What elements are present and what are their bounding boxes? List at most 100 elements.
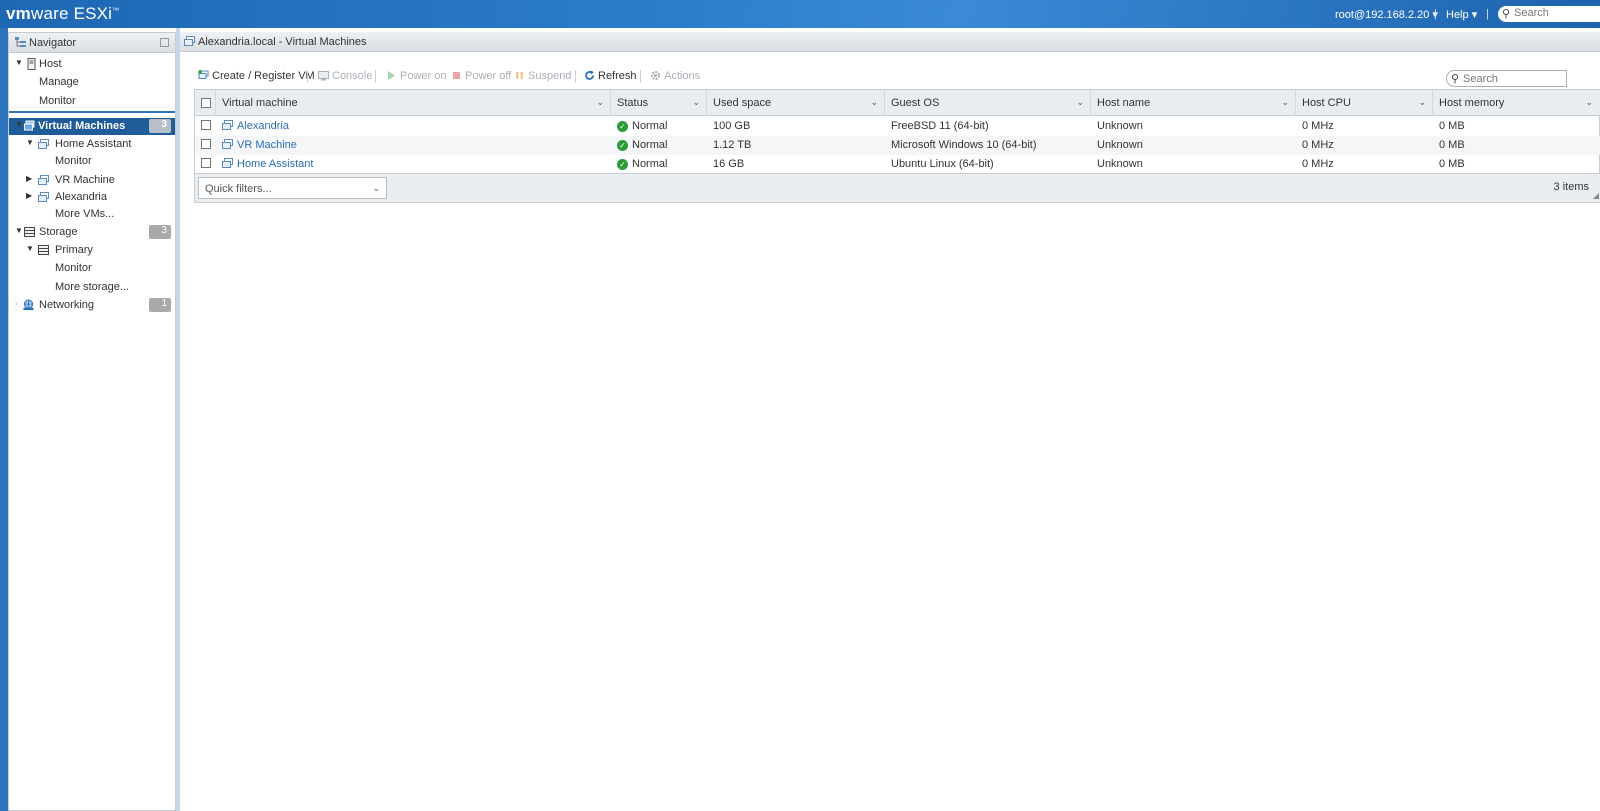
create-register-vm-button[interactable]: Create / Register VM <box>198 70 315 82</box>
gear-icon <box>651 71 660 80</box>
vm-host-memory: 0 MB <box>1439 120 1465 132</box>
vm-name-link[interactable]: Home Assistant <box>237 158 313 170</box>
toolbar-divider <box>307 70 308 83</box>
expanded-triangle-icon[interactable]: ▼ <box>15 58 23 67</box>
select-all-checkbox[interactable] <box>201 98 211 108</box>
nav-item-more-vms[interactable]: More VMs... <box>9 206 175 223</box>
column-header-used-space[interactable]: Used space ⌄ <box>707 90 885 116</box>
actions-button[interactable]: Actions <box>650 70 700 82</box>
table-row[interactable]: VR Machine ✓ Normal 1.12 TB Microsoft Wi… <box>195 136 1600 155</box>
main-panel: Alexandria.local - Virtual Machines Crea… <box>180 32 1600 811</box>
vmware-esxi-logo: vmware ESXi™ <box>6 4 120 23</box>
chevron-down-icon[interactable]: ⌄ <box>870 97 878 108</box>
virtual-machines-icon <box>24 120 35 131</box>
collapsed-triangle-icon[interactable]: › <box>15 299 18 308</box>
chevron-down-icon[interactable]: ⌄ <box>692 97 700 108</box>
expanded-triangle-icon[interactable]: ▼ <box>26 244 34 253</box>
chevron-down-icon[interactable]: ⌄ <box>1076 97 1084 108</box>
vm-status: Normal <box>632 139 668 151</box>
nav-item-networking[interactable]: › Networking 1 <box>9 297 175 314</box>
vm-search-input[interactable]: ⚲ Search <box>1446 70 1567 87</box>
chevron-down-icon[interactable]: ⌄ <box>1418 97 1426 108</box>
nav-item-label: Monitor <box>39 95 76 107</box>
vm-name-link[interactable]: VR Machine <box>237 139 297 151</box>
row-checkbox[interactable] <box>201 158 211 168</box>
nav-item-label: Networking <box>39 299 95 311</box>
table-row[interactable]: Alexandria ✓ Normal 100 GB FreeBSD 11 (6… <box>195 117 1600 136</box>
suspend-button[interactable]: Suspend <box>514 70 571 82</box>
chevron-down-icon[interactable]: ⌄ <box>596 97 604 108</box>
nav-item-host-monitor[interactable]: Monitor <box>9 93 175 110</box>
resize-handle-icon[interactable]: ◢ <box>1593 191 1599 200</box>
divider: | <box>1486 8 1489 20</box>
table-row[interactable]: Home Assistant ✓ Normal 16 GB Ubuntu Lin… <box>195 155 1600 174</box>
nav-item-label: Manage <box>39 76 79 88</box>
create-label: Create / Register VM <box>212 70 315 82</box>
vm-icon <box>38 192 49 202</box>
column-header-host-memory[interactable]: Host memory ⌄ <box>1433 90 1599 116</box>
power-on-button[interactable]: Power on <box>386 70 446 82</box>
power-off-button[interactable]: Power off <box>451 70 511 82</box>
column-header-host-cpu[interactable]: Host CPU ⌄ <box>1296 90 1433 116</box>
items-count: 3 items <box>1553 181 1589 193</box>
expanded-triangle-icon[interactable]: ▼ <box>26 138 34 147</box>
vm-icon <box>222 120 233 130</box>
nav-item-home-assistant[interactable]: ▼ Home Assistant <box>9 136 175 153</box>
vm-host-name: Unknown <box>1097 120 1143 132</box>
vm-status: Normal <box>632 158 668 170</box>
top-bar: vmware ESXi™ root@192.168.2.20 ▾ | Help … <box>0 0 1600 28</box>
collapsed-triangle-icon[interactable]: ▶ <box>26 174 32 183</box>
column-header-virtual-machine[interactable]: Virtual machine ⌄ <box>216 90 611 116</box>
refresh-button[interactable]: Refresh <box>584 70 637 82</box>
expanded-triangle-icon[interactable]: ▼ <box>15 226 23 235</box>
vm-used-space: 100 GB <box>713 120 751 132</box>
column-header-host-name[interactable]: Host name ⌄ <box>1091 90 1296 116</box>
vm-icon <box>222 139 233 149</box>
nav-item-label: More storage... <box>55 281 129 293</box>
vm-icon <box>38 139 49 149</box>
nav-item-manage[interactable]: Manage <box>9 74 175 91</box>
status-ok-icon: ✓ <box>617 140 628 151</box>
column-header-guest-os[interactable]: Guest OS ⌄ <box>885 90 1091 116</box>
console-button[interactable]: Console <box>318 70 372 82</box>
expanded-triangle-icon[interactable]: ▼ <box>15 120 23 129</box>
column-header-status[interactable]: Status ⌄ <box>611 90 707 116</box>
quick-filters-select[interactable]: Quick filters... ⌄ <box>198 177 387 199</box>
nav-item-storage-monitor[interactable]: Monitor <box>9 260 175 277</box>
column-label: Virtual machine <box>222 97 298 109</box>
nav-item-vm-monitor[interactable]: Monitor <box>9 153 175 170</box>
chevron-down-icon[interactable]: ⌄ <box>1281 97 1289 108</box>
collapse-icon[interactable] <box>160 38 169 47</box>
vm-host-name: Unknown <box>1097 158 1143 170</box>
chevron-down-icon: ▾ <box>1471 9 1478 21</box>
nav-item-storage[interactable]: ▼ Storage 3 <box>9 224 175 241</box>
help-menu[interactable]: Help ▾ <box>1446 8 1477 21</box>
nav-item-more-storage[interactable]: More storage... <box>9 279 175 296</box>
row-checkbox[interactable] <box>201 120 211 130</box>
quick-filters-label: Quick filters... <box>205 183 272 195</box>
count-badge: 1 <box>149 298 171 312</box>
column-label: Guest OS <box>891 97 940 109</box>
table-header: Virtual machine ⌄ Status ⌄ Used space ⌄ Gue… <box>195 90 1600 116</box>
global-search-input[interactable]: ⚲ Search <box>1498 6 1600 22</box>
power-off-label: Power off <box>465 70 512 82</box>
nav-item-primary[interactable]: ▼ Primary <box>9 242 175 259</box>
nav-item-label: Host <box>39 58 62 70</box>
status-ok-icon: ✓ <box>617 159 628 170</box>
vm-guest-os: Microsoft Windows 10 (64-bit) <box>891 139 1037 151</box>
nav-item-host[interactable]: ▼ Host <box>9 56 175 73</box>
nav-item-alexandria[interactable]: ▶ Alexandria <box>9 189 175 206</box>
collapsed-triangle-icon[interactable]: ▶ <box>26 191 32 200</box>
navigator-icon <box>15 37 26 47</box>
column-label: Host name <box>1097 97 1151 109</box>
row-checkbox[interactable] <box>201 139 211 149</box>
column-label: Host CPU <box>1302 97 1351 109</box>
vm-name-link[interactable]: Alexandria <box>237 120 289 132</box>
nav-item-virtual-machines[interactable]: ▼ Virtual Machines 3 <box>9 118 175 135</box>
user-menu[interactable]: root@192.168.2.20 ▾ <box>1335 8 1438 21</box>
vm-used-space: 1.12 TB <box>713 139 752 151</box>
nav-item-vr-machine[interactable]: ▶ VR Machine <box>9 172 175 189</box>
page-title: Alexandria.local - Virtual Machines <box>198 36 367 48</box>
chevron-down-icon[interactable]: ⌄ <box>1585 97 1593 108</box>
divider: | <box>1434 8 1437 20</box>
